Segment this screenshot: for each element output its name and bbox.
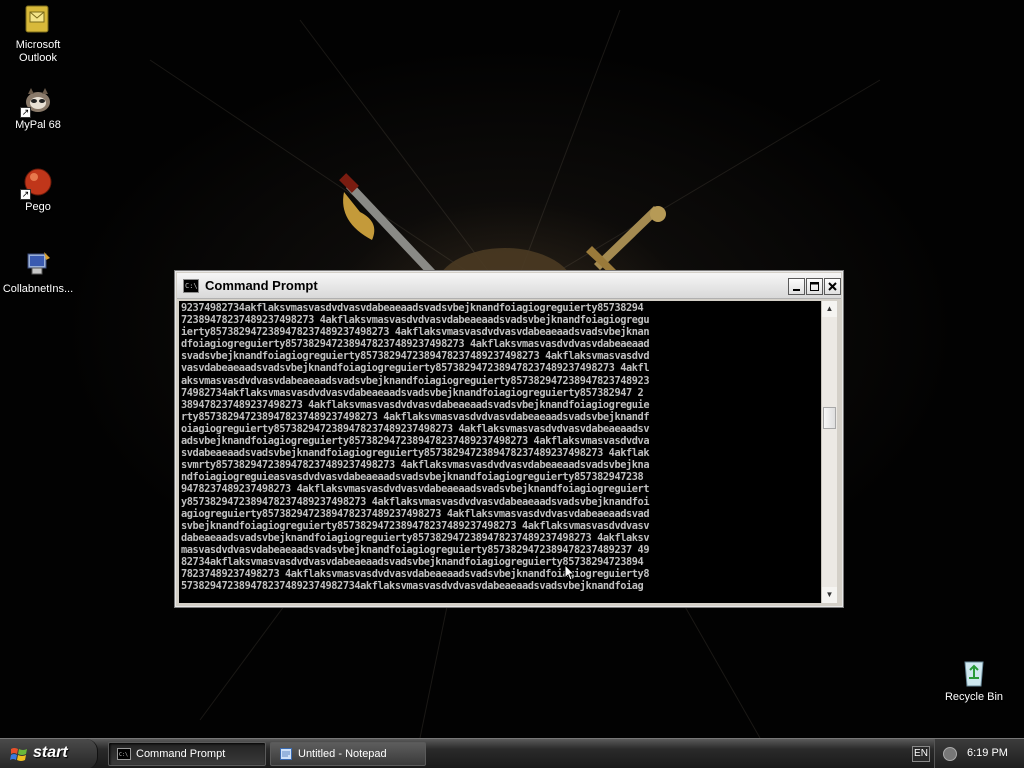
console-line: y8573829472389478237489237498273 4akflak… [181,495,650,508]
start-label: start [33,744,68,761]
desktop-icon-label: CollabnetIns... [2,283,74,295]
outlook-icon [22,4,54,36]
taskbar-button-label: Untitled - Notepad [298,748,387,760]
window-title: Command Prompt [205,278,318,293]
pego-icon: ↗ [20,166,54,200]
console-line: svmrty8573829472389478237489237498273 4a… [181,459,650,472]
console-line: 5738294723894782374892374982734akflaksvm… [181,580,644,593]
taskbar-button-label: Command Prompt [136,748,226,760]
scroll-up-button[interactable]: ▲ [822,301,837,317]
console-line: adsvbejknandfoiagiogreguierty85738294723… [181,435,650,448]
shortcut-arrow-icon: ↗ [20,189,31,200]
taskbar: start C:\ Command Prompt Untitled - Note… [0,738,1024,768]
windows-flag-icon [10,748,27,761]
sword-right-icon [586,206,666,276]
desktop-icon-label: Pego [25,201,51,213]
desktop-icon-collabnet[interactable]: CollabnetIns... [0,248,76,296]
close-icon [828,282,837,291]
console-line: 389478237489237498273 4akflaksvmasvasdvd… [181,398,650,411]
console-line: svbejknandfoiagiogreguierty8573829472389… [181,519,650,532]
language-indicator[interactable]: EN [912,746,930,762]
console-line: dabeaeaadsvadsvbejknandfoiagiogreguierty… [181,531,650,544]
desktop-icon-label: MyPal 68 [15,119,61,131]
console-line: oiagiogreguierty857382947238947823748923… [181,422,650,435]
console-line: svadsvbejknandfoiagiogreguierty857382947… [181,350,650,363]
console-line: agiogreguierty85738294723894782374892374… [181,507,650,520]
console-line: 92374982734akflaksvmasvasdvdvasvdabeaeaa… [181,302,644,314]
taskbar-button-notepad[interactable]: Untitled - Notepad [270,742,426,766]
console-line: 72389478237489237498273 4akflaksvmasvasd… [181,314,650,327]
svg-text:C:\: C:\ [119,752,128,758]
console-line: ierty8573829472389478237489237498273 4ak… [181,326,650,339]
console-line: rty8573829472389478237489237498273 4akfl… [181,410,650,423]
notepad-icon [280,748,292,760]
maximize-icon [810,282,819,291]
console-line: 74982734akflaksvmasvasdvdvasvdabeaeaadsv… [181,386,644,399]
taskbar-button-command-prompt[interactable]: C:\ Command Prompt [108,742,266,766]
desktop-icon-recycle-bin[interactable]: Recycle Bin [936,656,1012,704]
scroll-down-button[interactable]: ▼ [822,587,837,603]
desktop-icon-label: Recycle Bin [944,691,1004,703]
minimize-button[interactable] [788,278,805,295]
console-line: masvasdvdvasvdabeaeaadsvadsvbejknandfoia… [181,543,650,556]
command-prompt-window[interactable]: C:\ Command Prompt 92374982734akflaksvma… [174,270,844,608]
console-line: 78237489237498273 4akflaksvmasvasdvdvasv… [181,568,650,581]
desktop-icon-outlook[interactable]: Microsoft Outlook [0,4,76,65]
close-button[interactable] [824,278,841,295]
mouse-cursor-icon [564,564,576,581]
console-line: svdabeaeaadsvadsvbejknandfoiagiogreguier… [181,447,650,460]
console-line: dfoiagiogreguierty8573829472389478237489… [181,338,650,351]
console-line: aksvmasvasdvdvasvdabeaeaadsvadsvbejknand… [181,374,650,387]
cmd-icon: C:\ [117,748,131,760]
installer-icon [22,248,54,280]
console-line: vasvdabeaeaadsvadsvbejknandfoiagiogregui… [181,362,650,375]
scrollbar-thumb[interactable] [823,407,836,429]
mypal-icon: ↗ [20,84,54,118]
desktop-icon-pego[interactable]: ↗ Pego [0,166,76,214]
minimize-icon [793,289,800,291]
shortcut-arrow-icon: ↗ [20,107,31,118]
desktop-icon-mypal[interactable]: ↗ MyPal 68 [0,84,76,132]
start-button[interactable]: start [0,739,98,768]
recycle-bin-icon [958,656,990,688]
maximize-button[interactable] [806,278,823,295]
window-titlebar[interactable]: C:\ Command Prompt [177,273,841,299]
system-tray: 6:19 PM [934,739,1024,768]
vertical-scrollbar[interactable]: ▲ ▼ [821,301,837,603]
console-line: 82734akflaksvmasvasdvdvasvdabeaeaadsvads… [181,555,644,568]
console-line: ndfoiagiogreguieasvasdvdvasvdabeaeaadsva… [181,471,644,484]
tray-app-icon[interactable] [943,747,957,761]
clock[interactable]: 6:19 PM [967,747,1008,759]
desktop: Microsoft Outlook ↗ MyPal 68 ↗ Pego Coll… [0,0,1024,738]
console-output[interactable]: 92374982734akflaksvmasvasdvdvasvdabeaeaa… [179,301,821,603]
desktop-icon-label: Microsoft Outlook [15,39,61,64]
console-line: 9478237489237498273 4akflaksvmasvasdvdva… [181,483,650,496]
cmd-icon: C:\ [183,279,199,293]
